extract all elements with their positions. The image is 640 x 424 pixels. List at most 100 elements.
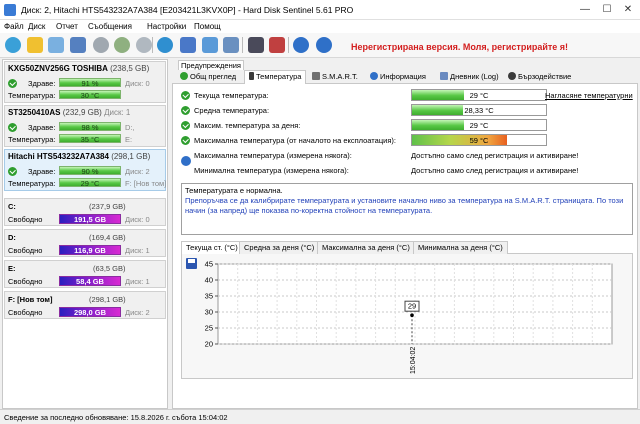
tab-overview[interactable]: Общ преглед: [176, 71, 240, 84]
disk-number: Диск: 2: [125, 167, 150, 176]
temp-label: Температура:: [8, 91, 56, 100]
temp-row-label: Максим. температура за деня:: [194, 121, 301, 130]
disk-title: Hitachi HTS543232A7A384 (298,1 GB): [8, 152, 150, 161]
menu-settings[interactable]: Настройки: [147, 22, 186, 31]
free-label: Свободно: [8, 277, 43, 286]
volume-size: (169,4 GB): [89, 233, 126, 242]
volume-disk: Диск: 1: [125, 277, 150, 286]
free-value: 58,4 GB: [76, 277, 104, 286]
speed-icon: [508, 72, 516, 80]
free-space-bar: 116,9 GB: [59, 245, 121, 255]
disk-size: (232,9 GB): [62, 108, 102, 117]
title-bar: Диск: 2, Hitachi HTS543232A7A384 [E20342…: [0, 0, 640, 20]
chart-tab-min-day[interactable]: Минимална за деня (°C): [413, 241, 508, 254]
email-icon[interactable]: [70, 37, 86, 53]
free-value: 191,5 GB: [73, 215, 107, 224]
toolbar-separator: [288, 37, 289, 53]
tab-information[interactable]: Информация: [366, 71, 430, 84]
temp-row-value: 59 °C: [469, 136, 489, 145]
warning-icon[interactable]: [27, 37, 43, 53]
check-icon: [180, 72, 188, 80]
volume-card[interactable]: C: (237,9 GB) Свободно 191,5 GB Диск: 0: [4, 198, 166, 226]
monitor-icon[interactable]: [248, 37, 264, 53]
menu-messages[interactable]: Съобщения: [88, 22, 132, 31]
disk-card[interactable]: KXG50ZNV256G TOSHIBA (238,5 GB) Здраве: …: [4, 61, 166, 103]
maximize-button[interactable]: ☐: [596, 2, 618, 18]
status-bar: Сведение за последно обновяване: 15.8.20…: [0, 409, 640, 424]
health-label: Здраве:: [28, 167, 56, 176]
cloud-icon[interactable]: [202, 37, 218, 53]
temp-row-current: Текуща температура: 29 °C Нагласяне темп…: [173, 88, 639, 103]
alert-config-icon[interactable]: [269, 37, 285, 53]
minimize-button[interactable]: —: [574, 2, 596, 18]
free-value: 298,0 GB: [73, 308, 107, 317]
disk-test-icon[interactable]: [114, 37, 130, 53]
disk-card-selected[interactable]: Hitachi HTS543232A7A384 (298,1 GB) Здрав…: [4, 149, 166, 191]
volume-card[interactable]: E: (63,5 GB) Свободно 58,4 GB Диск: 1: [4, 260, 166, 288]
free-value: 116,9 GB: [74, 246, 106, 255]
calibration-hint: Препоръчва се да калибрирате температура…: [185, 196, 624, 215]
health-label: Здраве:: [28, 123, 56, 132]
menu-help[interactable]: Помощ: [194, 22, 221, 31]
volume-size: (237,9 GB): [89, 202, 126, 211]
app-icon: [4, 4, 16, 16]
info-icon[interactable]: [316, 37, 332, 53]
free-label: Свободно: [8, 215, 43, 224]
temp-bar: 30 °C: [59, 90, 121, 100]
refresh-icon[interactable]: [5, 37, 21, 53]
disk-tools-icon[interactable]: [136, 37, 152, 53]
free-label: Свободно: [8, 246, 43, 255]
temperature-status: Температурата е нормална.: [185, 186, 283, 195]
menu-file[interactable]: Файл: [4, 22, 24, 31]
help-icon[interactable]: [293, 37, 309, 53]
chart-tab-max-day[interactable]: Максимална за деня (°C): [317, 241, 415, 254]
temp-row-label: Максимална температура (от началото на е…: [194, 136, 396, 145]
temp-row-value: 28,33 °C: [464, 106, 494, 115]
disk-card[interactable]: ST3250410AS (232,9 GB) Диск: 1 Здраве: 9…: [4, 105, 166, 147]
thermometer-icon: [249, 72, 254, 80]
tab-warnings[interactable]: Предупреждения: [178, 60, 244, 70]
calibration-link[interactable]: Нагласяне температурни: [545, 91, 633, 100]
tab-smart[interactable]: S.M.A.R.T.: [308, 71, 362, 84]
disk-list-panel: KXG50ZNV256G TOSHIBA (238,5 GB) Здраве: …: [2, 59, 168, 409]
menu-disk[interactable]: Диск: [28, 22, 45, 31]
disk-size: (238,5 GB): [110, 64, 150, 73]
chip-icon: [312, 72, 320, 80]
volume-disk: Диск: 2: [125, 308, 150, 317]
volume-card[interactable]: D: (169,4 GB) Свободно 116,9 GB Диск: 1: [4, 229, 166, 257]
chart-tab-avg-day[interactable]: Средна за деня (°C): [239, 241, 320, 254]
disk-name: KXG50ZNV256G TOSHIBA: [8, 64, 108, 73]
volume-disk: Диск: 0: [125, 215, 150, 224]
temp-label: Температура:: [8, 179, 56, 188]
close-button[interactable]: ✕: [617, 2, 639, 18]
temp-row-bar: 28,33 °C: [411, 104, 547, 116]
volume-disk: Диск: 1: [125, 246, 150, 255]
disk-report-icon[interactable]: [48, 37, 64, 53]
tab-performance[interactable]: Бързодействие: [504, 71, 575, 84]
temp-row-min-ever: Минимална температура (измерена някога):…: [173, 163, 639, 178]
tab-label: Общ преглед: [190, 72, 237, 81]
temp-row-max-ever: Максимална температура (измерена някога)…: [173, 148, 639, 166]
menu-report[interactable]: Отчет: [56, 22, 78, 31]
unregistered-notice[interactable]: Нерегистрирана версия. Моля, регистрирай…: [351, 42, 568, 52]
computers-icon[interactable]: [223, 37, 239, 53]
tab-temperature[interactable]: Температура: [244, 70, 307, 85]
tab-log[interactable]: Дневник (Log): [436, 71, 503, 84]
disk-volumes: D:,: [125, 123, 135, 132]
volume-card[interactable]: F: [Нов том] (298,1 GB) Свободно 298,0 G…: [4, 291, 166, 319]
toolbar-separator: [152, 37, 153, 53]
tab-label: Бързодействие: [518, 72, 572, 81]
temp-row-bar: 29 °C: [411, 119, 547, 131]
menu-bar: Файл Диск Отчет Съобщения Настройки Помо…: [0, 20, 640, 33]
check-icon: [181, 121, 190, 130]
health-value: 98 %: [81, 122, 99, 132]
temp-row-average: Средна температура: 28,33 °C: [173, 103, 639, 118]
check-icon: [8, 79, 17, 88]
chart-tab-current[interactable]: Текуща ст. (°C): [181, 241, 243, 255]
health-bar: 91 %: [59, 78, 121, 88]
status-text: Сведение за последно обновяване: 15.8.20…: [4, 413, 228, 422]
disk-settings-icon[interactable]: [93, 37, 109, 53]
network-icon[interactable]: [180, 37, 196, 53]
log-icon: [440, 72, 448, 80]
globe-icon[interactable]: [157, 37, 173, 53]
